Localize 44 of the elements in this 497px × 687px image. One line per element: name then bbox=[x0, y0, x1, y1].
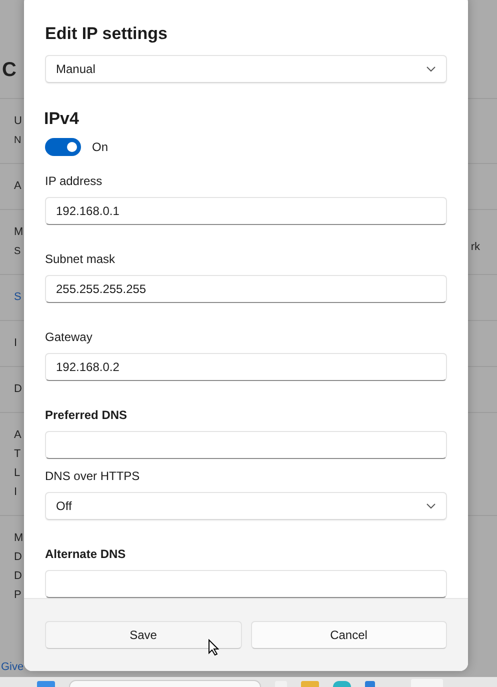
setting-label: I bbox=[14, 336, 18, 351]
mode-dropdown[interactable]: Manual bbox=[45, 55, 447, 83]
field-label: Subnet mask bbox=[45, 252, 116, 266]
dropdown[interactable]: Off bbox=[45, 492, 447, 520]
cancel-button[interactable]: Cancel bbox=[250, 621, 447, 649]
chevron-down-icon bbox=[426, 503, 436, 509]
setting-label: S bbox=[14, 245, 21, 259]
page-heading: C bbox=[2, 59, 16, 81]
settings-link[interactable]: Give bbox=[1, 658, 24, 677]
input-field[interactable] bbox=[45, 570, 447, 598]
input-field[interactable]: 192.168.0.2 bbox=[45, 353, 447, 381]
field-label: DNS over HTTPS bbox=[45, 469, 140, 483]
section-heading: IPv4 bbox=[44, 108, 80, 130]
field-label: Alternate DNS bbox=[45, 547, 126, 561]
setting-label: L bbox=[14, 466, 20, 481]
folder-icon[interactable] bbox=[301, 681, 319, 687]
setting-label: A bbox=[14, 179, 22, 194]
dialog-title: Edit IP settings bbox=[45, 23, 168, 45]
setting-label: M bbox=[14, 531, 24, 546]
field-label: IP address bbox=[45, 174, 102, 188]
input-field[interactable]: 255.255.255.255 bbox=[45, 275, 447, 303]
setting-label: I bbox=[14, 485, 18, 500]
toggle-switch[interactable] bbox=[45, 138, 81, 156]
setting-label: N bbox=[14, 134, 22, 148]
input-field[interactable]: 192.168.0.1 bbox=[45, 197, 447, 225]
setting-label: P bbox=[14, 588, 22, 603]
setting-label: D bbox=[14, 569, 22, 584]
setting-label: D bbox=[14, 550, 22, 565]
start-icon[interactable] bbox=[37, 681, 55, 687]
browser-icon[interactable] bbox=[333, 681, 351, 687]
input-field[interactable] bbox=[45, 431, 447, 459]
search-bar[interactable] bbox=[69, 680, 261, 687]
chevron-down-icon bbox=[426, 66, 436, 72]
field-label: Preferred DNS bbox=[45, 408, 128, 422]
setting-label: T bbox=[14, 447, 21, 462]
setting-label: U bbox=[14, 114, 22, 129]
setting-label: M bbox=[14, 225, 24, 240]
toggle-state-label: On bbox=[92, 140, 108, 154]
setting-label: A bbox=[14, 428, 22, 443]
setting-label: D bbox=[14, 382, 22, 397]
mouse-pointer-icon bbox=[208, 639, 219, 656]
field-label: Gateway bbox=[45, 330, 92, 344]
setting-value: rk bbox=[470, 240, 480, 255]
save-button[interactable]: Save bbox=[45, 621, 242, 649]
